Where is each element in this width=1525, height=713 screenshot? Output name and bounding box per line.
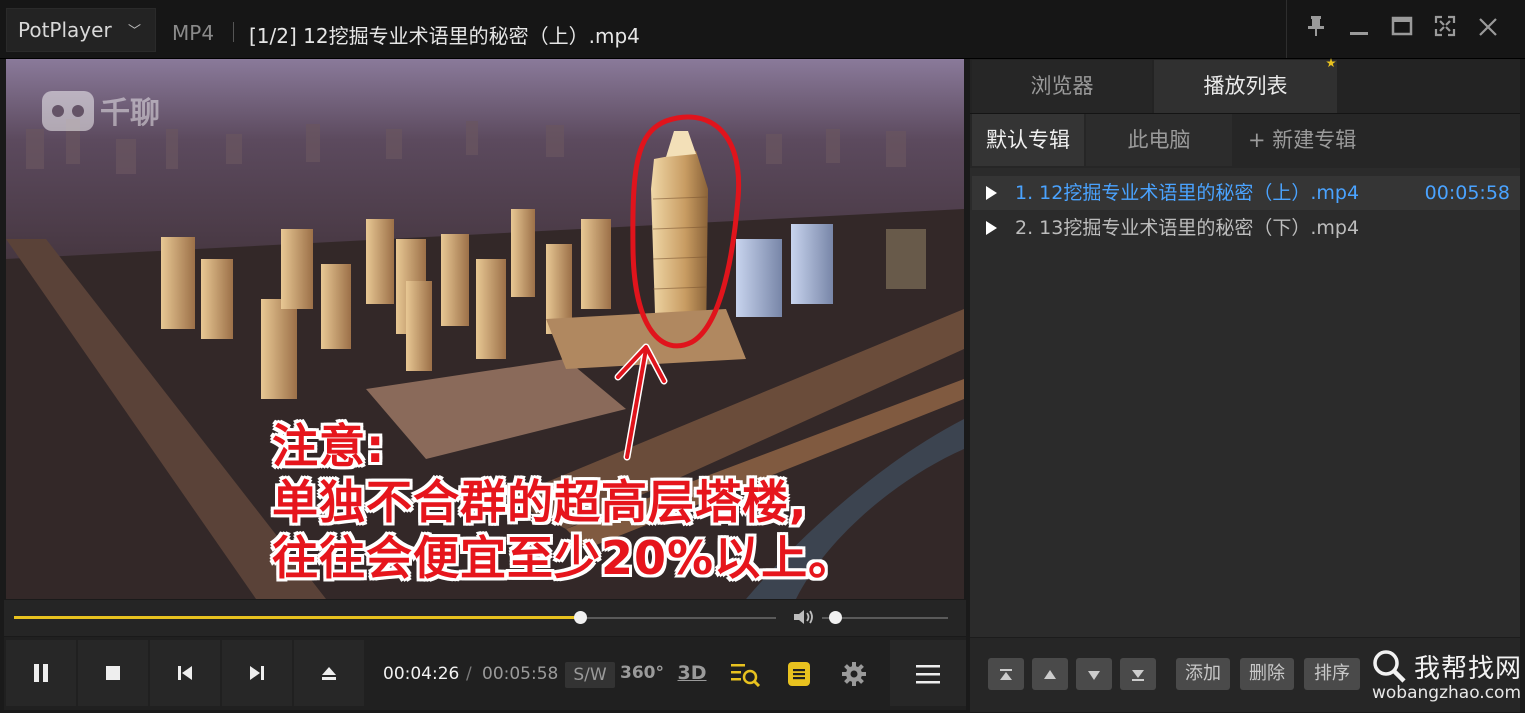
- skip-next-icon: [248, 660, 266, 685]
- maximize-icon[interactable]: [1386, 14, 1418, 46]
- seek-progress: [14, 616, 580, 619]
- volume-handle[interactable]: [829, 611, 842, 624]
- eject-button[interactable]: [294, 640, 364, 706]
- add-button[interactable]: 添加: [1176, 658, 1230, 690]
- 3d-button[interactable]: 3D: [674, 656, 710, 690]
- title-divider: [233, 22, 234, 42]
- playlist-search-icon[interactable]: [728, 656, 764, 690]
- minimize-icon[interactable]: [1343, 14, 1375, 46]
- album-tab-default[interactable]: 默认专辑: [972, 114, 1084, 166]
- sw-decoder-button[interactable]: S/W: [565, 662, 615, 688]
- pause-icon: [32, 660, 50, 685]
- hamburger-menu-icon[interactable]: [890, 640, 966, 706]
- previous-button[interactable]: [150, 640, 220, 706]
- pin-icon[interactable]: [1300, 14, 1332, 46]
- window-controls-divider: [1286, 0, 1287, 58]
- next-button[interactable]: [222, 640, 292, 706]
- fullscreen-icon[interactable]: [1429, 14, 1461, 46]
- site-watermark-name: 我帮找网: [1414, 654, 1523, 684]
- current-time: 00:04:26: [383, 664, 460, 684]
- new-album-button[interactable]: + 新建专辑: [1234, 114, 1520, 166]
- app-name: PotPlayer: [18, 18, 112, 42]
- video-watermark: 千聊: [100, 96, 160, 131]
- speaker-icon[interactable]: [792, 607, 816, 632]
- tab-browser[interactable]: 浏览器: [972, 60, 1152, 113]
- time-separator: /: [466, 664, 472, 684]
- tab-playlist[interactable]: 播放列表: [1154, 60, 1337, 113]
- stop-button[interactable]: [78, 640, 148, 706]
- eject-icon: [320, 660, 338, 685]
- seek-handle[interactable]: [574, 611, 587, 624]
- sort-button[interactable]: 排序: [1304, 658, 1360, 690]
- vr-360-button[interactable]: 360°: [620, 656, 664, 690]
- delete-button[interactable]: 删除: [1240, 658, 1294, 690]
- playlist-item-duration: 00:05:58: [1424, 182, 1510, 204]
- move-to-top-icon[interactable]: [988, 658, 1024, 690]
- chevron-down-icon[interactable]: ﹀: [128, 20, 141, 39]
- play-icon: [986, 221, 997, 235]
- pause-button[interactable]: [6, 640, 76, 706]
- title-bar: [0, 0, 1525, 59]
- format-label: MP4: [172, 21, 215, 45]
- subtitle-icon[interactable]: [784, 656, 814, 690]
- stop-icon: [105, 660, 121, 685]
- window-title: [1/2] 12挖掘专业术语里的秘密（上）.mp4: [249, 24, 640, 48]
- album-tab-this-pc[interactable]: 此电脑: [1086, 114, 1232, 166]
- playlist-item-title: 1. 12挖掘专业术语里的秘密（上）.mp4: [1015, 182, 1360, 204]
- playlist-item[interactable]: 1. 12挖掘专业术语里的秘密（上）.mp4 00:05:58: [972, 176, 1520, 210]
- playlist-item[interactable]: 2. 13挖掘专业术语里的秘密（下）.mp4: [972, 211, 1520, 245]
- move-up-icon[interactable]: [1032, 658, 1068, 690]
- move-to-bottom-icon[interactable]: [1120, 658, 1156, 690]
- close-icon[interactable]: [1472, 14, 1504, 46]
- skip-previous-icon: [176, 660, 194, 685]
- total-time: 00:05:58: [482, 664, 559, 684]
- play-icon: [986, 186, 997, 200]
- move-down-icon[interactable]: [1076, 658, 1112, 690]
- gear-icon[interactable]: [836, 656, 872, 690]
- subtitle-line-3: 往往会便宜至少20%以上。: [272, 531, 856, 585]
- site-watermark-url: wobangzhao.com: [1372, 683, 1522, 703]
- playlist-item-title: 2. 13挖掘专业术语里的秘密（下）.mp4: [1015, 217, 1360, 239]
